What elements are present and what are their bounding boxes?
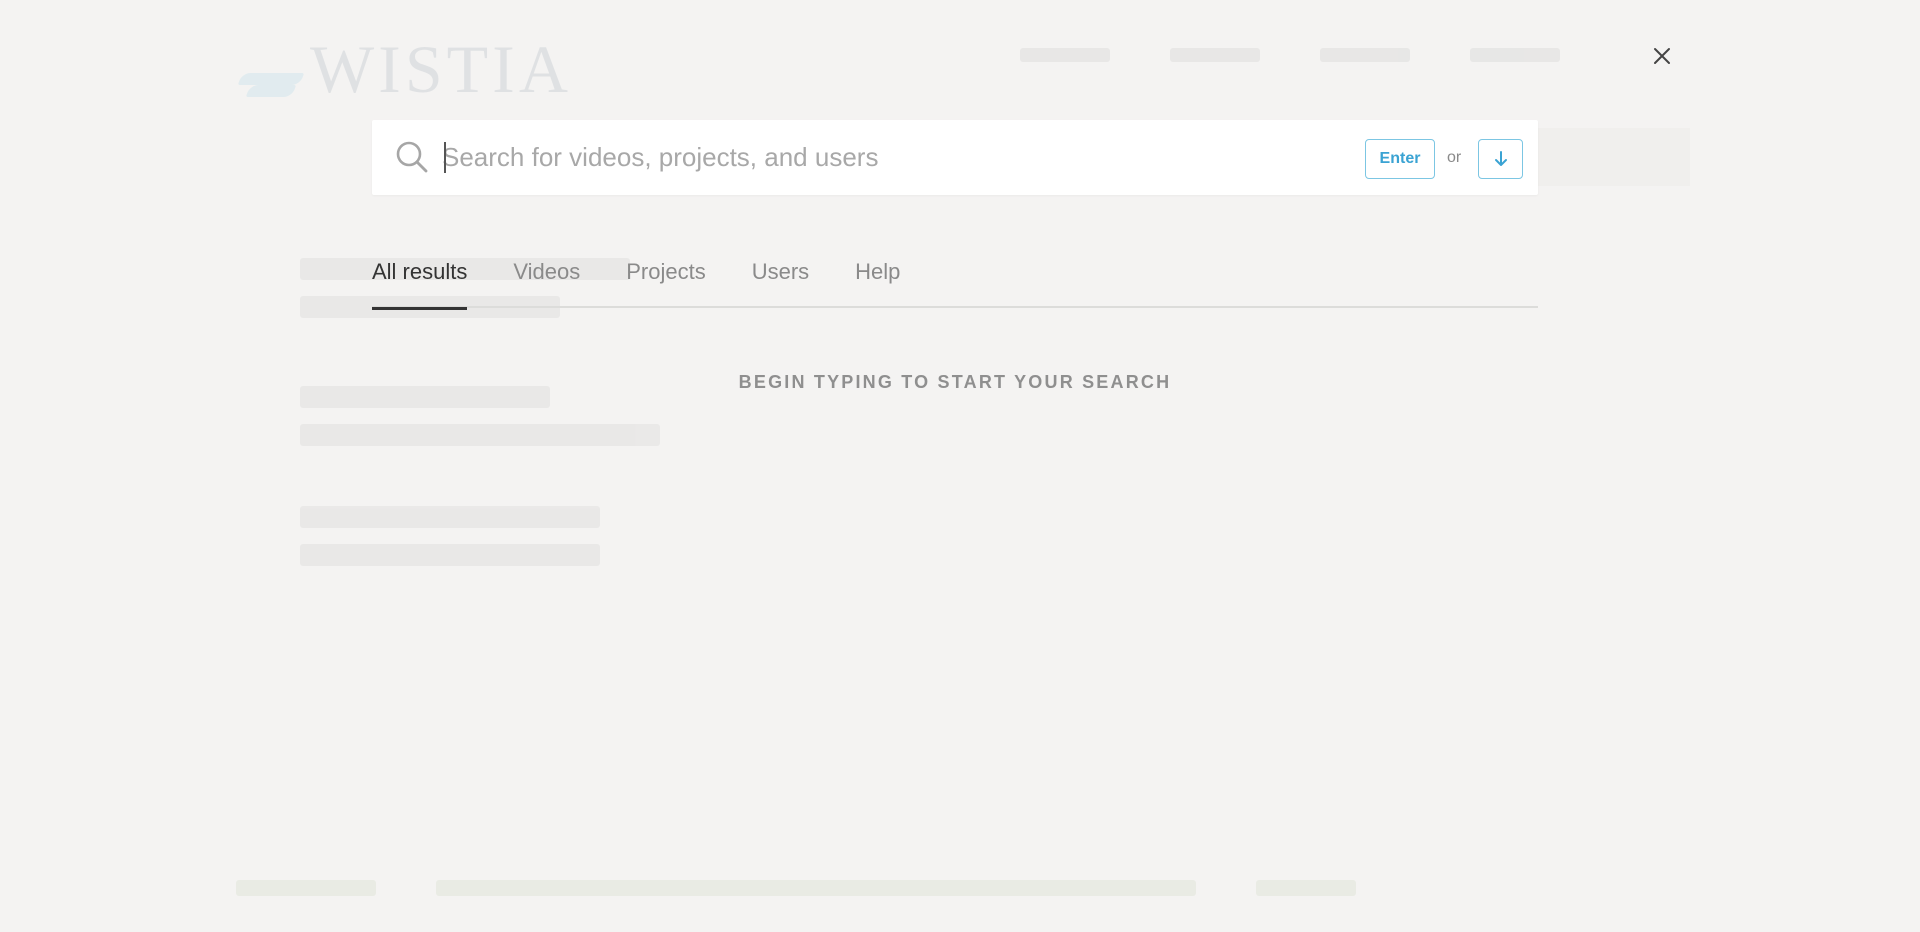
search-hint: BEGIN TYPING TO START YOUR SEARCH [738,372,1172,392]
tab-users[interactable]: Users [752,256,809,308]
enter-key-button[interactable]: Enter [1365,139,1435,179]
close-button[interactable] [1640,34,1684,78]
or-label: or [1447,149,1462,166]
search-box [372,120,1538,195]
close-icon [1654,48,1670,64]
tab-projects[interactable]: Projects [626,256,705,308]
search-icon [396,141,428,173]
search-overlay: Enter or All results Videos Projects Use… [0,0,1920,932]
tab-help[interactable]: Help [855,256,900,308]
search-input[interactable] [442,134,1342,180]
tab-all-results[interactable]: All results [372,256,468,310]
text-caret [444,142,446,173]
down-arrow-icon [1494,151,1507,166]
tab-videos[interactable]: Videos [513,256,580,308]
down-arrow-button[interactable] [1478,139,1523,179]
results-tabs: All results Videos Projects Users Help [372,256,1538,310]
